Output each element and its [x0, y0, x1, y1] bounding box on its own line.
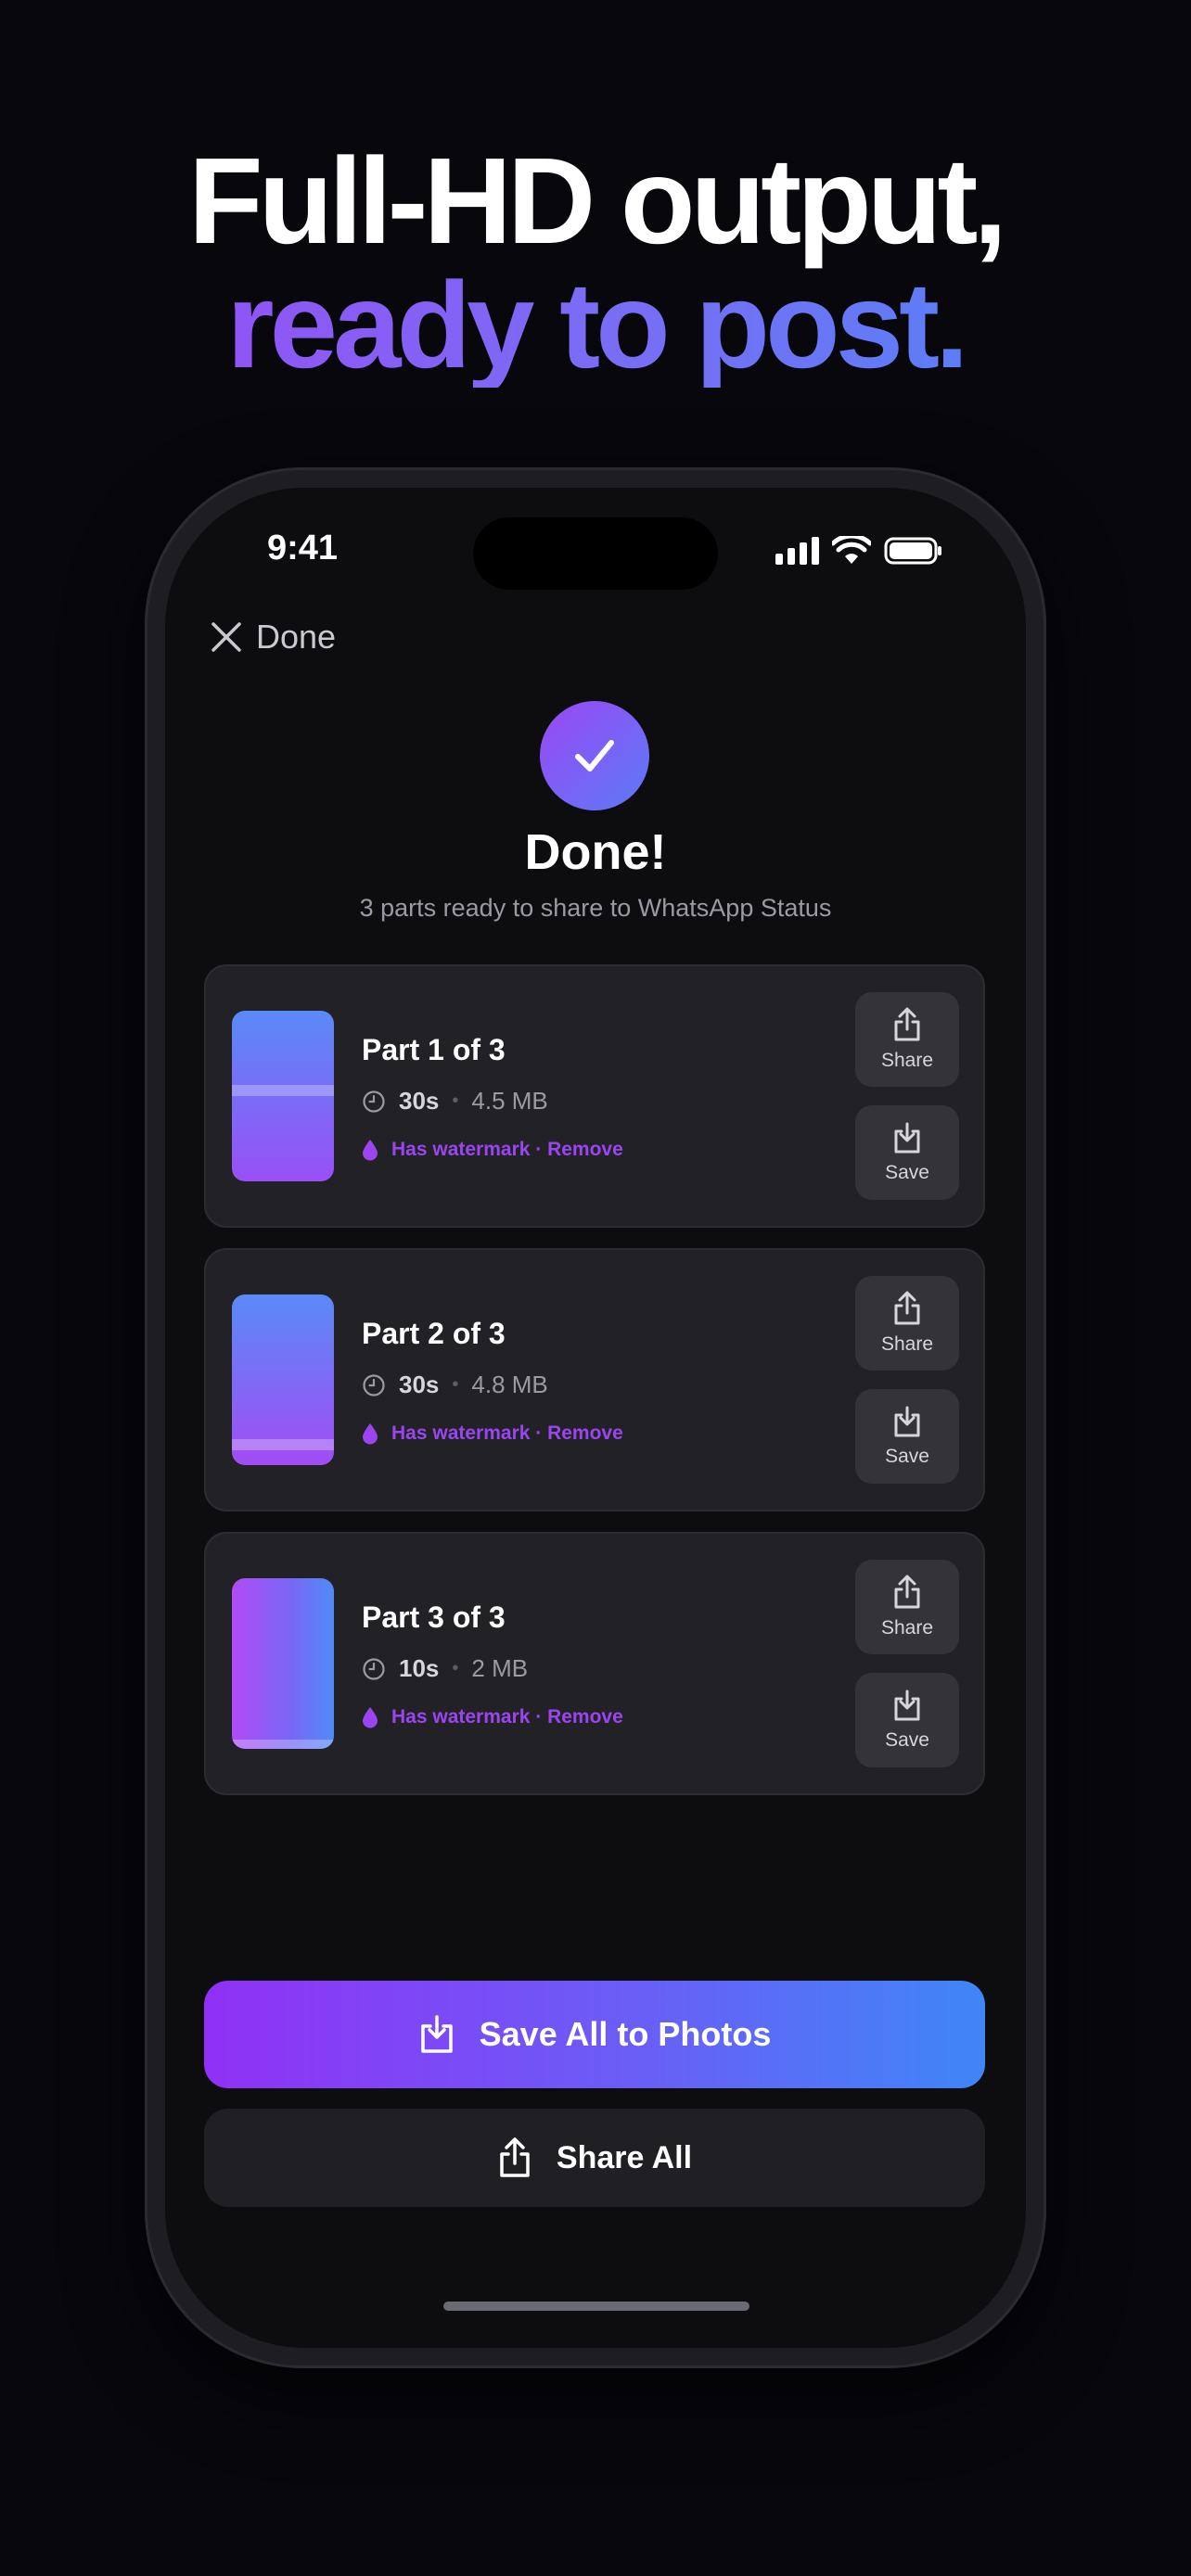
success-title: Done!: [524, 824, 667, 880]
part-size: 4.8 MB: [471, 1371, 548, 1398]
save-label: Save: [885, 1729, 929, 1751]
status-time: 9:41: [267, 529, 339, 567]
clock-icon: [363, 1373, 385, 1396]
download-icon: [420, 2015, 453, 2053]
share-label: Share: [880, 1050, 934, 1071]
share-all-label: Share All: [556, 2139, 693, 2175]
dynamic-island: [473, 517, 718, 590]
phone-screen: 9:41 Done Done! 3 parts ready to share t…: [165, 488, 1026, 2348]
meta-separator: •: [452, 1090, 459, 1111]
status-icons: [775, 536, 943, 566]
share-label: Share: [880, 1333, 934, 1355]
share-button[interactable]: Share: [855, 1276, 959, 1371]
clock-icon: [363, 1657, 385, 1680]
success-badge: [540, 701, 649, 810]
share-button[interactable]: Share: [855, 992, 959, 1087]
done-close-label: Done: [256, 618, 337, 656]
share-icon: [894, 1575, 920, 1609]
headline: Full-HD output, ready to post.: [0, 139, 1191, 388]
save-all-button[interactable]: Save All to Photos: [204, 1981, 985, 2088]
headline-line1: Full-HD output,: [187, 133, 1007, 269]
save-all-label: Save All to Photos: [479, 2015, 772, 2053]
droplet-icon: [363, 1707, 378, 1728]
droplet-icon: [363, 1140, 378, 1161]
part-card-2: Part 2 of 3 30s • 4.8 MB Has watermark ·…: [204, 1248, 985, 1511]
battery-icon: [884, 537, 941, 565]
watermark-text: Has watermark · Remove: [391, 1139, 623, 1160]
part-meta: 10s • 2 MB: [362, 1654, 528, 1683]
part-title: Part 3 of 3: [362, 1600, 506, 1634]
save-button[interactable]: Save: [855, 1105, 959, 1200]
done-close-button[interactable]: Done: [210, 618, 336, 657]
part-thumbnail: [232, 1578, 334, 1749]
watermark-text: Has watermark · Remove: [391, 1422, 623, 1444]
share-all-button[interactable]: Share All: [204, 2109, 985, 2207]
part-size: 4.5 MB: [471, 1087, 548, 1115]
download-icon: [894, 1690, 920, 1721]
save-button[interactable]: Save: [855, 1389, 959, 1484]
meta-separator: •: [452, 1658, 459, 1678]
watermark-text: Has watermark · Remove: [391, 1706, 623, 1728]
watermark-remove-link[interactable]: Has watermark · Remove: [362, 1139, 623, 1161]
close-icon: [211, 622, 241, 652]
clock-icon: [363, 1090, 385, 1113]
part-meta: 30s • 4.8 MB: [362, 1371, 548, 1399]
part-thumbnail: [232, 1294, 334, 1465]
part-size: 2 MB: [471, 1654, 529, 1682]
save-button[interactable]: Save: [855, 1673, 959, 1767]
share-label: Share: [880, 1617, 934, 1639]
save-label: Save: [885, 1446, 929, 1467]
share-button[interactable]: Share: [855, 1560, 959, 1654]
part-card-1: Part 1 of 3 30s • 4.5 MB Has watermark ·…: [204, 964, 985, 1228]
home-indicator[interactable]: [443, 2302, 749, 2311]
part-title: Part 2 of 3: [362, 1317, 506, 1350]
part-duration: 30s: [399, 1087, 440, 1115]
share-icon: [894, 1291, 920, 1325]
watermark-remove-link[interactable]: Has watermark · Remove: [362, 1422, 623, 1445]
wifi-icon: [832, 536, 871, 564]
checkmark-icon: [575, 740, 614, 772]
success-subtitle: 3 parts ready to share to WhatsApp Statu…: [359, 894, 832, 922]
save-label: Save: [885, 1162, 929, 1183]
part-duration: 10s: [399, 1654, 440, 1682]
part-card-3: Part 3 of 3 10s • 2 MB Has watermark · R…: [204, 1532, 985, 1795]
share-icon: [894, 1007, 920, 1041]
headline-line2: ready to post.: [0, 263, 1191, 388]
download-icon: [894, 1406, 920, 1437]
part-meta: 30s • 4.5 MB: [362, 1087, 548, 1116]
part-duration: 30s: [399, 1371, 440, 1398]
phone-frame: 9:41 Done Done! 3 parts ready to share t…: [145, 467, 1046, 2368]
part-title: Part 1 of 3: [362, 1033, 506, 1066]
download-icon: [894, 1122, 920, 1154]
part-thumbnail: [232, 1011, 334, 1181]
cellular-signal-icon: [775, 537, 819, 565]
share-icon: [500, 2137, 530, 2177]
droplet-icon: [363, 1423, 378, 1445]
watermark-remove-link[interactable]: Has watermark · Remove: [362, 1706, 623, 1728]
meta-separator: •: [452, 1374, 459, 1395]
